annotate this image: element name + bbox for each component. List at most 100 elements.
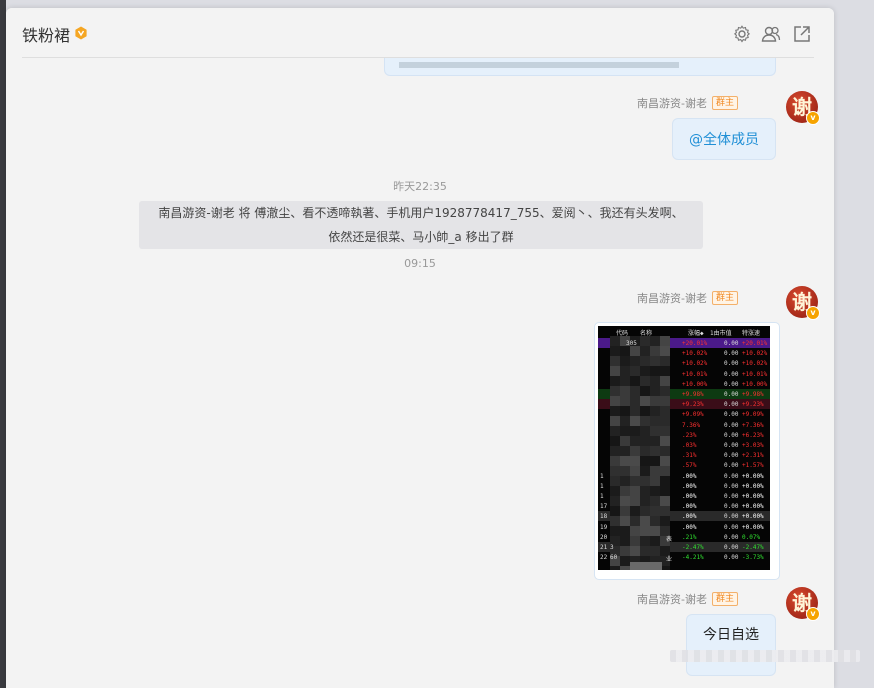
avatar[interactable]: 谢 v (786, 286, 820, 320)
stock-row-mcap: 0.00 (724, 370, 739, 378)
previous-message-bubble[interactable] (384, 58, 776, 76)
mosaic-block (620, 406, 630, 416)
mosaic-block (620, 436, 630, 446)
mosaic-block (660, 516, 670, 526)
avatar[interactable]: 谢 v (786, 91, 820, 125)
mosaic-block (650, 366, 660, 376)
mosaic-block (610, 376, 620, 386)
members-icon[interactable] (761, 24, 781, 44)
mosaic-block (630, 346, 640, 356)
mosaic-block (660, 426, 670, 436)
mosaic-block (630, 446, 640, 456)
stock-row-speed: +20.01% (742, 340, 768, 347)
mosaic-block (610, 346, 620, 356)
mosaic-block (620, 366, 630, 376)
stock-row-mcap: 0.00 (724, 442, 739, 449)
stock-row-speed: +10.00% (742, 380, 768, 388)
stock-row-mcap: 0.00 (724, 462, 739, 470)
stock-row-index: 18 (600, 513, 608, 521)
stock-row-change: .00% (682, 523, 697, 531)
mosaic-block (610, 466, 620, 476)
mosaic-block (640, 396, 650, 406)
message-sender: 南昌游资-谢老 群主 (637, 591, 738, 607)
mosaic-block (650, 496, 660, 506)
stock-row-mcap: 0.00 (724, 503, 739, 511)
mosaic-block (630, 356, 640, 366)
stock-row-change: +10.01% (682, 370, 708, 378)
message-text[interactable]: 今日自选 (703, 627, 759, 643)
stock-row-change: -4.21% (682, 554, 704, 562)
mosaic-block (620, 396, 630, 406)
stock-row-mcap: 0.00 (724, 544, 739, 551)
stock-row-change: +10.02% (682, 350, 708, 358)
stock-row-change: .00% (682, 513, 697, 521)
mosaic-block (610, 566, 620, 570)
message-list[interactable]: 南昌游资-谢老 群主 谢 v @全体成员 昨天22:35 南昌游资-谢老 将 傅… (6, 58, 834, 688)
mosaic-block (640, 376, 650, 386)
mosaic-block (620, 496, 630, 506)
mosaic-block (650, 536, 660, 546)
stock-row-speed: +1.57% (742, 462, 764, 470)
mosaic-block (640, 466, 650, 476)
mosaic-block (620, 546, 630, 556)
chat-window: 铁粉裙 南昌游资-谢老 群主 谢 v @全体成员 昨天22:35 南昌游资-谢老… (6, 8, 834, 688)
at-all-text[interactable]: @全体成员 (689, 132, 759, 148)
verified-icon: v (806, 111, 820, 125)
image-message[interactable]: 代码 名称 涨幅◆ 1由市值 特涨速 +20.01% 0.00 +20.01% +10… (594, 322, 780, 580)
mosaic-block (610, 416, 620, 426)
mosaic-block (650, 406, 660, 416)
mosaic-block (660, 416, 670, 426)
stock-row-mcap: 0.00 (724, 380, 739, 388)
message-sender: 南昌游资-谢老 群主 (637, 290, 738, 306)
stock-row-speed: +6.23% (742, 431, 764, 439)
timestamp: 昨天22:35 (393, 180, 447, 193)
mosaic-block (650, 346, 660, 356)
stock-row-mcap: 0.00 (724, 493, 739, 500)
stock-row-change: +9.98% (682, 391, 704, 398)
mosaic-block (650, 396, 660, 406)
stock-row-speed: -2.47% (742, 544, 764, 551)
mosaic-block (610, 526, 620, 536)
stock-row-index: 20 (600, 533, 608, 541)
mosaic-block (630, 456, 640, 466)
mosaic-block (660, 336, 670, 346)
owner-badge: 群主 (711, 592, 738, 606)
mosaic-block (660, 376, 670, 386)
mosaic-block (650, 516, 660, 526)
col-mcap: 1由市值 (710, 330, 732, 337)
stock-row-speed: +7.36% (742, 421, 764, 429)
mosaic-block (650, 416, 660, 426)
stock-row-speed: +10.01% (742, 370, 768, 378)
message-bubble-text[interactable]: 今日自选 (686, 614, 776, 676)
stock-row-speed: +10.02% (742, 360, 768, 368)
mosaic-block (630, 406, 640, 416)
stock-row-mcap: 0.00 (724, 360, 739, 368)
stock-name-fragment: 业 (666, 556, 673, 564)
mosaic-block (630, 426, 640, 436)
col-change: 涨幅◆ (688, 330, 704, 337)
stock-row-speed: +2.31% (742, 452, 764, 460)
popout-icon[interactable] (792, 24, 812, 44)
mosaic-block (640, 456, 650, 466)
mosaic-block (630, 376, 640, 386)
message-bubble-at-all[interactable]: @全体成员 (672, 118, 776, 160)
mosaic-block (660, 386, 670, 396)
avatar[interactable]: 谢 v (786, 587, 820, 621)
mosaic-block (620, 526, 630, 536)
stock-row-change: +10.02% (682, 360, 708, 368)
mosaic-block (640, 406, 650, 416)
mosaic-block (630, 486, 640, 496)
mosaic-block (610, 366, 620, 376)
mosaic-block (620, 346, 630, 356)
mosaic-block (630, 416, 640, 426)
settings-icon[interactable] (732, 24, 752, 44)
stock-list-screenshot[interactable]: 代码 名称 涨幅◆ 1由市值 特涨速 +20.01% 0.00 +20.01% +10… (598, 326, 770, 570)
stock-row-change: .23% (682, 431, 697, 439)
stock-row-speed: +9.98% (742, 391, 764, 398)
mosaic-block (610, 396, 620, 406)
stock-row-change: .00% (682, 482, 697, 490)
mosaic-block (610, 456, 620, 466)
verified-icon: v (806, 306, 820, 320)
stock-row-mcap: 0.00 (724, 554, 739, 562)
message-sender: 南昌游资-谢老 群主 (637, 95, 738, 111)
